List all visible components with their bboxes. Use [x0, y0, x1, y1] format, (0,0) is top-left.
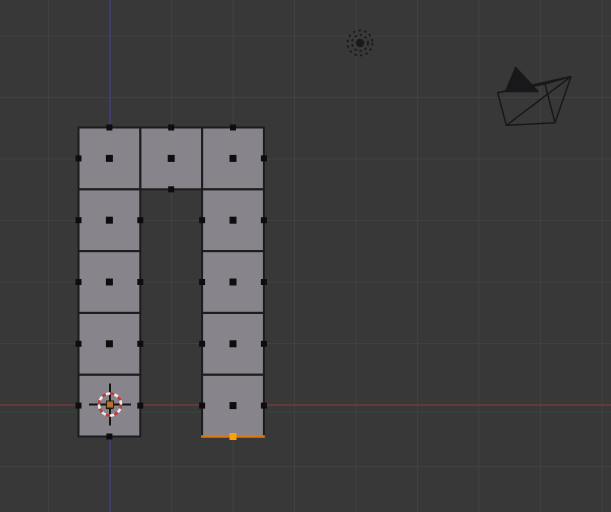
side-face-dot[interactable]: [199, 279, 205, 285]
blender-3d-viewport[interactable]: [0, 0, 611, 512]
side-face-dot[interactable]: [106, 434, 112, 440]
side-face-dot[interactable]: [261, 279, 267, 285]
side-face-dot[interactable]: [106, 125, 112, 131]
face-center-dot[interactable]: [230, 402, 237, 409]
face-center-dot[interactable]: [230, 217, 237, 224]
face-center-dot[interactable]: [106, 279, 113, 286]
viewport-canvas[interactable]: [0, 0, 611, 512]
side-face-dot[interactable]: [76, 217, 82, 223]
face-center-dot[interactable]: [106, 217, 113, 224]
side-face-dot[interactable]: [261, 217, 267, 223]
side-face-dot[interactable]: [261, 403, 267, 409]
side-face-dot[interactable]: [230, 125, 236, 131]
selected-face-dot[interactable]: [230, 433, 237, 440]
face-center-dot[interactable]: [230, 155, 237, 162]
face-center-dot[interactable]: [106, 155, 113, 162]
face-center-dot[interactable]: [106, 340, 113, 347]
face-center-dot[interactable]: [230, 340, 237, 347]
side-face-dot[interactable]: [137, 217, 143, 223]
face-center-dot[interactable]: [230, 279, 237, 286]
side-face-dot[interactable]: [137, 341, 143, 347]
side-face-dot[interactable]: [168, 186, 174, 192]
side-face-dot[interactable]: [76, 155, 82, 161]
side-face-dot[interactable]: [199, 341, 205, 347]
side-face-dot[interactable]: [199, 403, 205, 409]
side-face-dot[interactable]: [199, 217, 205, 223]
side-face-dot[interactable]: [261, 155, 267, 161]
side-face-dot[interactable]: [168, 125, 174, 131]
lamp-core-icon: [356, 39, 364, 47]
side-face-dot[interactable]: [261, 341, 267, 347]
side-face-dot[interactable]: [76, 403, 82, 409]
face-center-dot[interactable]: [168, 155, 175, 162]
side-face-dot[interactable]: [137, 279, 143, 285]
object-origin-dot[interactable]: [107, 401, 114, 408]
side-face-dot[interactable]: [76, 279, 82, 285]
side-face-dot[interactable]: [137, 403, 143, 409]
side-face-dot[interactable]: [76, 341, 82, 347]
